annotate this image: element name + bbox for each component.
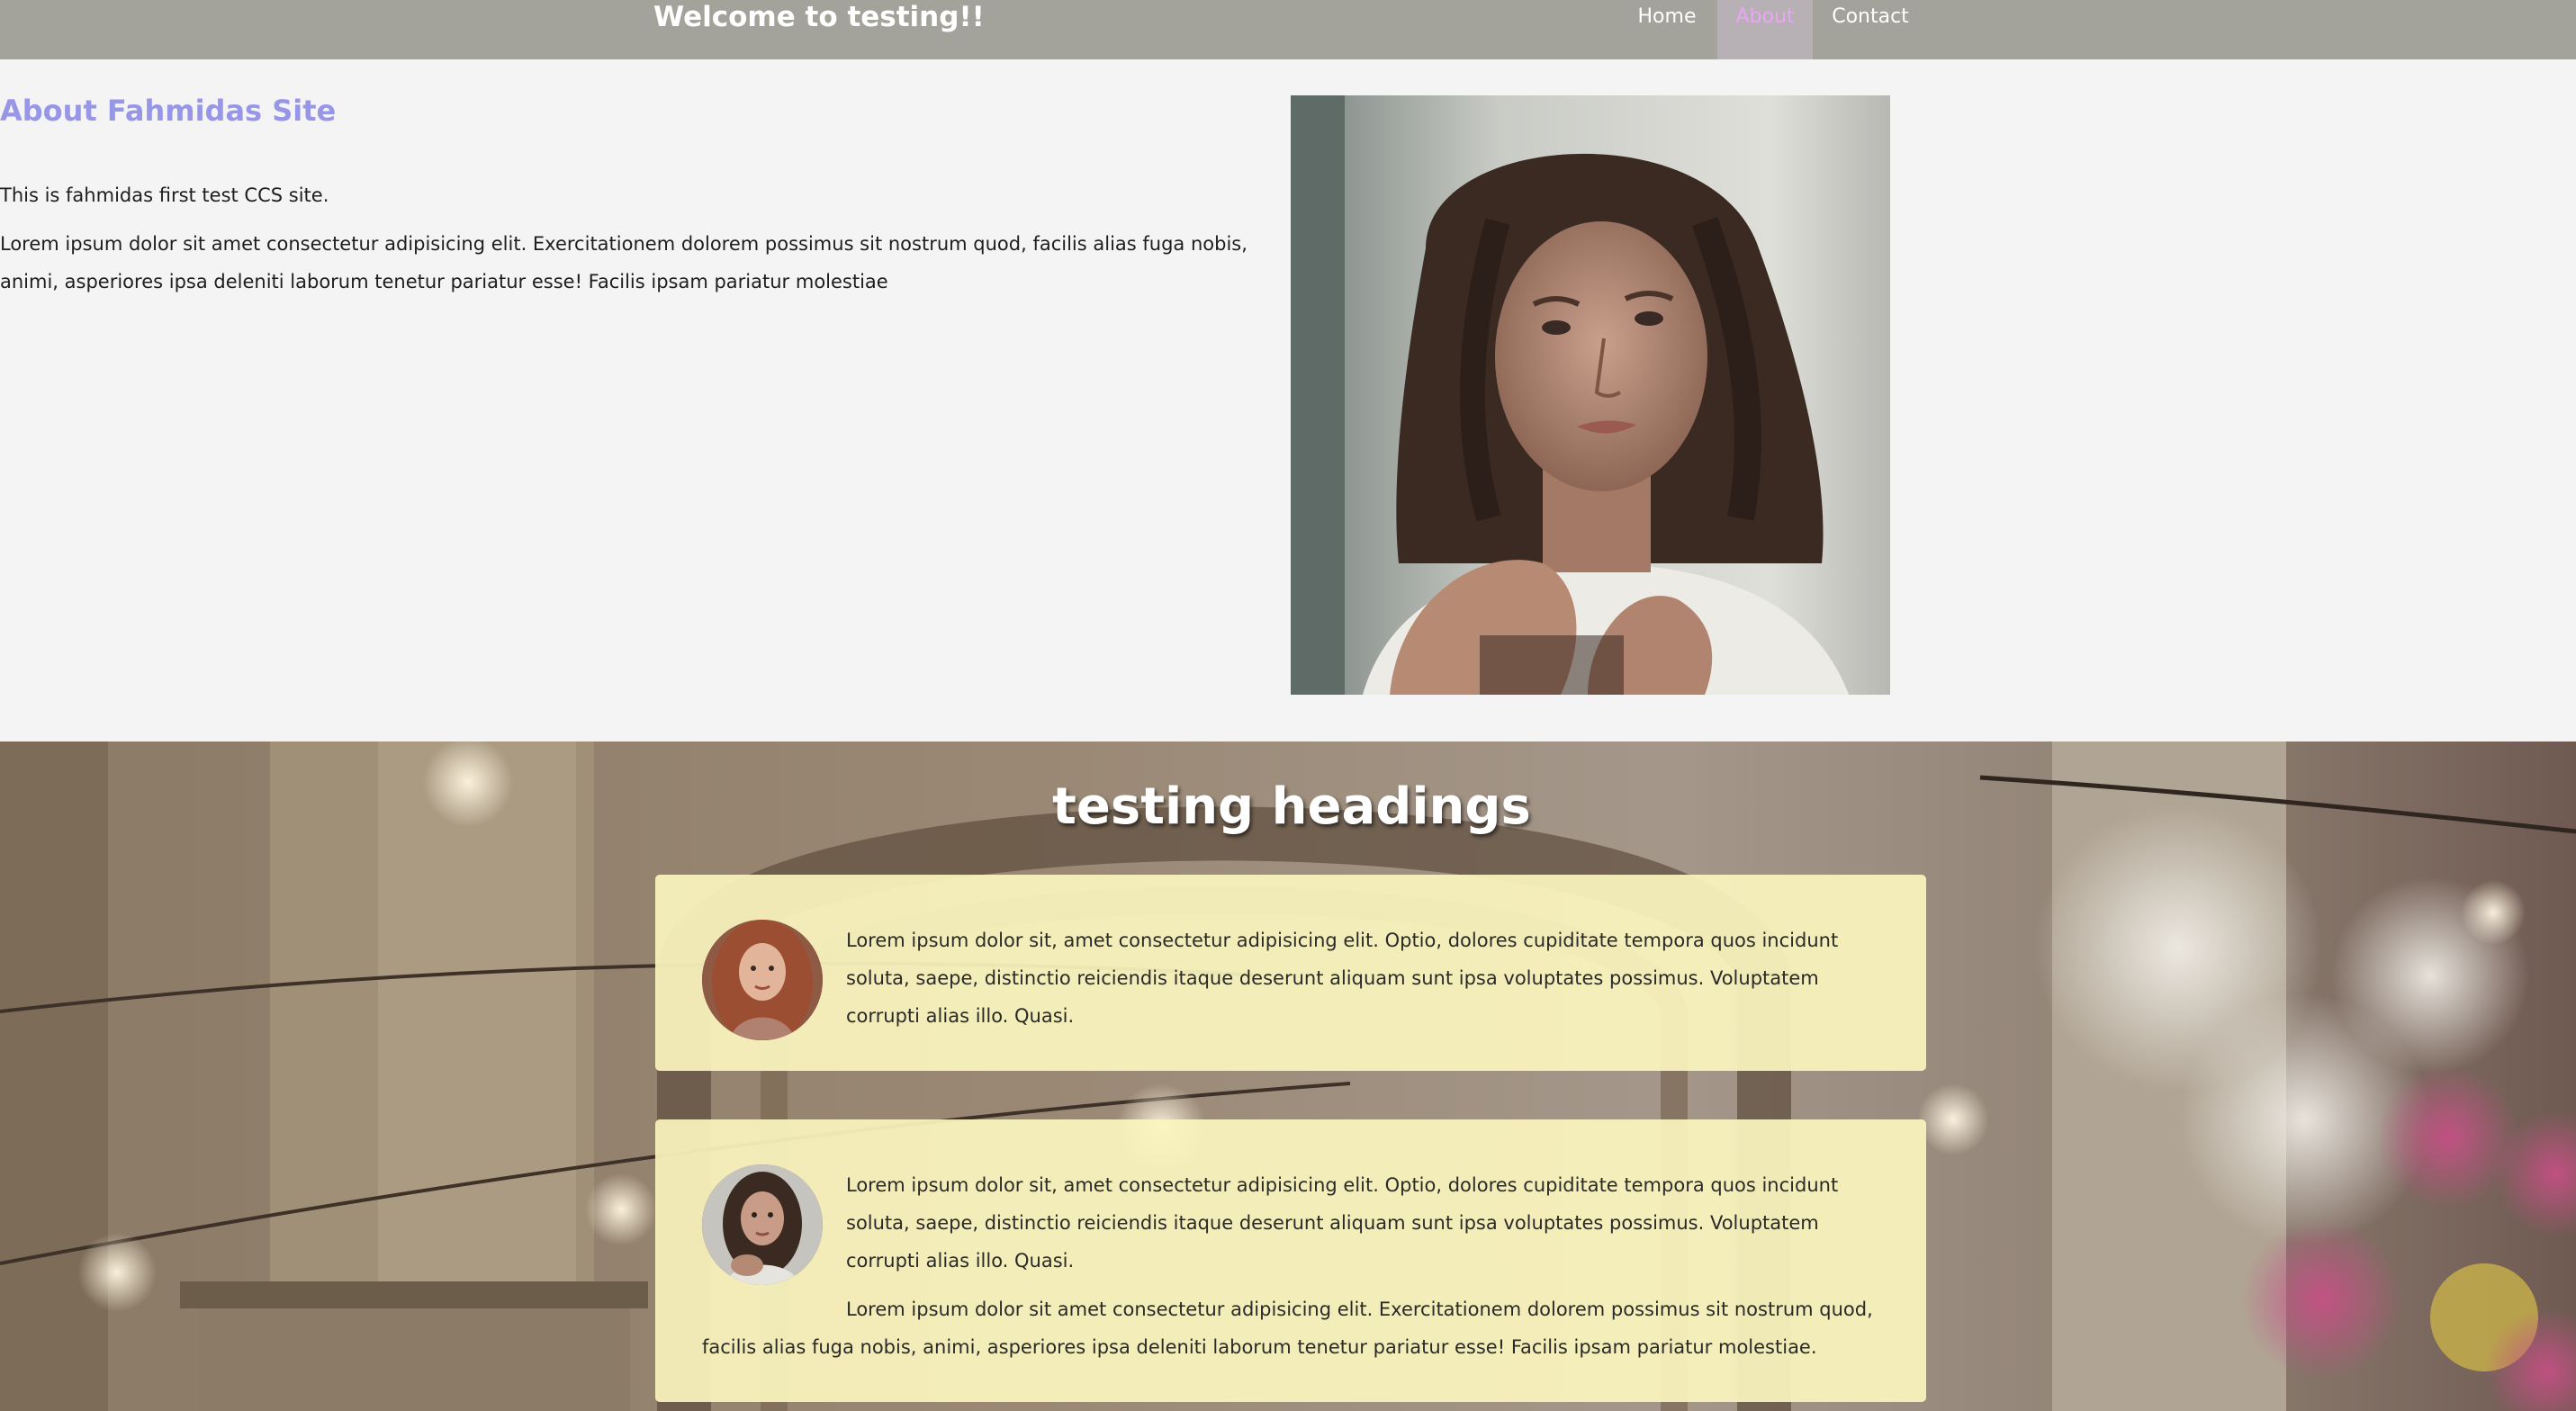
testimonial-text: Lorem ipsum dolor sit, amet consectetur … <box>846 930 1839 1027</box>
avatar-woman-dark-hair <box>702 1164 823 1285</box>
avatar-woman-red-hair <box>702 920 823 1040</box>
site-header: Welcome to testing!! Home About Contact <box>0 0 2576 59</box>
about-body-paragraph: Lorem ipsum dolor sit amet consectetur a… <box>0 233 1247 292</box>
site-title: Welcome to testing!! <box>653 1 985 33</box>
section-heading: testing headings <box>1052 777 1531 836</box>
testimonial-card: Lorem ipsum dolor sit, amet consectetur … <box>655 1119 1926 1402</box>
about-text: This is fahmidas first test CCS site. Lo… <box>0 176 1260 311</box>
nav-home-link[interactable]: Home <box>1622 0 1712 59</box>
testimonial-text: Lorem ipsum dolor sit, amet consectetur … <box>846 1174 1839 1272</box>
nav-about-link[interactable]: About <box>1717 0 1813 59</box>
nav-contact-link[interactable]: Contact <box>1827 0 1914 59</box>
portrait-photo <box>1291 95 1890 695</box>
about-intro-paragraph: This is fahmidas first test CCS site. <box>0 184 329 206</box>
testimonial-card: Lorem ipsum dolor sit, amet consectetur … <box>655 875 1926 1071</box>
avatar <box>702 920 823 1040</box>
portrait-photo-art <box>1291 95 1890 695</box>
testimonials-section: testing headings Lorem ipsum dolor sit, … <box>0 741 2576 1411</box>
avatar <box>702 1164 823 1285</box>
testimonial-text: Lorem ipsum dolor sit amet consectetur a… <box>702 1299 1873 1358</box>
about-heading: About Fahmidas Site <box>0 94 337 128</box>
